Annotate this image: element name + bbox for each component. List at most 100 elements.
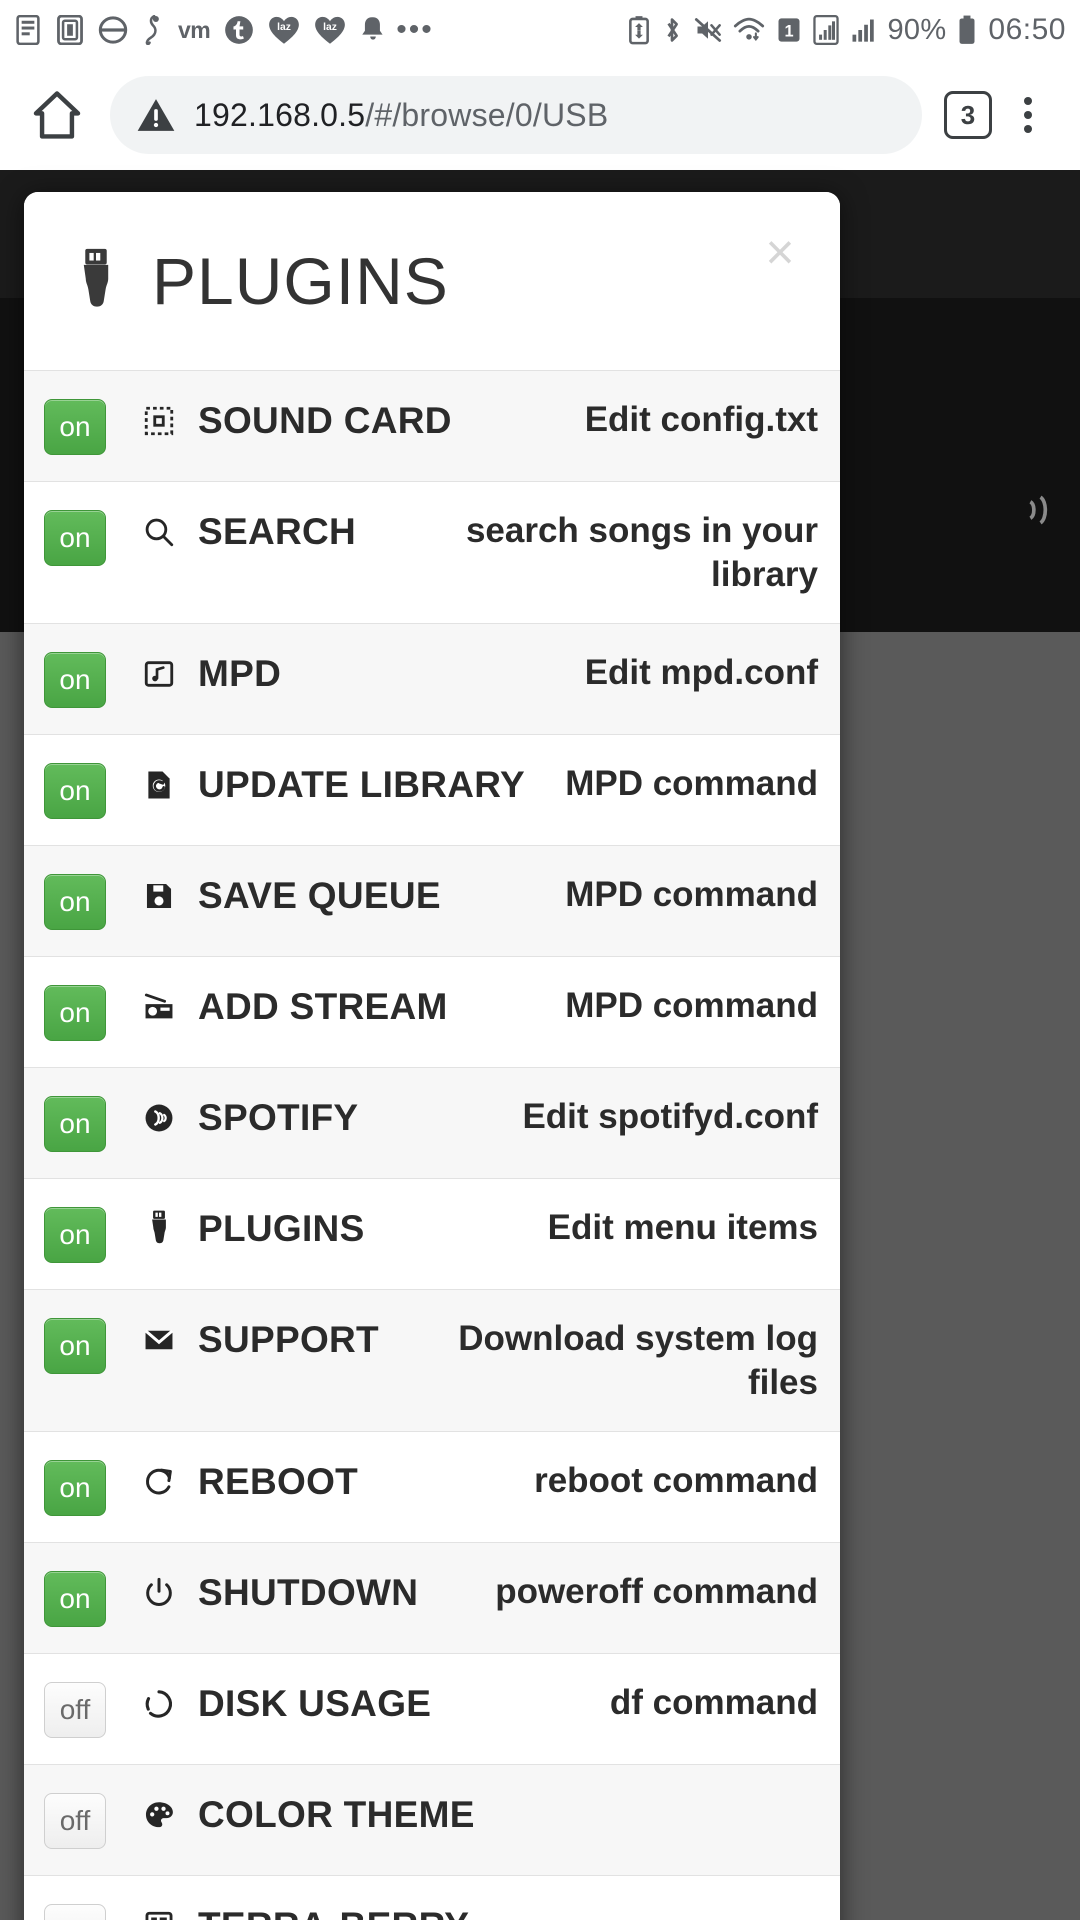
plugin-label-update-library: UPDATE LIBRARY [198,764,525,805]
toggle-sound-card[interactable]: on [44,399,106,455]
toggle-shutdown[interactable]: on [44,1571,106,1627]
plugin-main-support: SUPPORT [140,1316,379,1360]
plugin-row-shutdown[interactable]: on SHUTDOWN poweroff command [24,1542,840,1653]
plugin-desc-mpd: Edit mpd.conf [584,653,818,692]
search-icon [140,512,178,552]
plugin-desc-search: search songs in your library [465,511,818,594]
toggle-search[interactable]: on [44,510,106,566]
plugin-label-add-stream: ADD STREAM [198,986,448,1027]
address-bar[interactable]: 192.168.0.5/#/browse/0/USB [110,76,922,154]
plugin-row-sound-card[interactable]: on SOUND CARD Edit config.txt [24,370,840,481]
close-icon[interactable]: × [754,226,806,278]
plugin-main-save-queue: SAVE QUEUE [140,872,441,916]
plugin-main-color-theme: COLOR THEME [140,1791,475,1835]
plugin-desc-spotify: Edit spotifyd.conf [522,1097,818,1136]
toggle-spotify[interactable]: on [44,1096,106,1152]
plugin-row-mpd[interactable]: on MPD Edit mpd.conf [24,623,840,734]
plugin-label-color-theme: COLOR THEME [198,1794,475,1835]
capsule-icon [98,16,128,44]
tab-switcher-button[interactable]: 3 [944,91,992,139]
plugin-row-save-queue[interactable]: on SAVE QUEUE MPD command [24,845,840,956]
browser-toolbar: 192.168.0.5/#/browse/0/USB 3 [0,60,1080,170]
plugin-row-search[interactable]: on SEARCH search songs in your library [24,481,840,623]
radio-icon [140,987,178,1027]
page-title: PLUGINS [152,244,449,318]
plugin-desc-sound-card: Edit config.txt [584,400,818,439]
chip-icon [140,401,178,441]
svg-text:1: 1 [785,22,794,40]
signal-bars-1-icon [813,15,840,45]
tab-count-label: 3 [960,99,976,130]
vm-icon: vm [178,16,211,43]
floppy-disk-icon [140,876,178,916]
plugin-desc-support: Download system log files [458,1319,818,1402]
laz-heart-icon-2: laz [314,15,346,45]
menu-dot-1 [1024,97,1032,105]
status-bar-right-icons: 1 90% 06:50 [628,13,1066,47]
plugin-list: on SOUND CARD Edit config.txt on SEARCH [24,370,840,1920]
plugin-label-mpd: MPD [198,653,282,694]
plugin-desc-terra-berry [469,1902,818,1903]
toggle-plugins[interactable]: on [44,1207,106,1263]
bell-icon [360,15,386,45]
tumblr-icon [224,15,254,45]
plugin-label-support: SUPPORT [198,1319,379,1360]
plugin-label-save-queue: SAVE QUEUE [198,875,441,916]
plugin-label-spotify: SPOTIFY [198,1097,359,1138]
toggle-mpd[interactable]: on [44,652,106,708]
plugin-row-color-theme[interactable]: off COLOR THEME [24,1764,840,1875]
menu-dot-2 [1024,111,1032,119]
battery-percent-label: 90% [887,13,947,46]
plugin-row-plugins[interactable]: on PLUGINS Edit menu items [24,1178,840,1289]
web-page-area: PLUGINS × on SOUND CARD Edit config.txt … [0,170,1080,1920]
menu-dot-3 [1024,125,1032,133]
signal-bars-2-icon [850,16,876,44]
battery-saver-icon [628,15,650,45]
plugin-main-sound-card: SOUND CARD [140,397,452,441]
usb-plug-icon [140,1209,178,1249]
plugin-main-plugins: PLUGINS [140,1205,365,1249]
toggle-disk-usage[interactable]: off [44,1682,106,1738]
toggle-color-theme[interactable]: off [44,1793,106,1849]
plugin-row-add-stream[interactable]: on ADD STREAM MPD command [24,956,840,1067]
not-secure-warning-icon [136,96,176,134]
toggle-save-queue[interactable]: on [44,874,106,930]
palette-icon [140,1795,178,1835]
plugin-row-support[interactable]: on SUPPORT Download system log files [24,1289,840,1431]
plugin-main-add-stream: ADD STREAM [140,983,448,1027]
toggle-add-stream[interactable]: on [44,985,106,1041]
svg-text:laz: laz [323,22,337,33]
plugin-main-search: SEARCH [140,508,356,552]
plugin-row-disk-usage[interactable]: off DISK USAGE df command [24,1653,840,1764]
svg-text:laz: laz [277,22,291,33]
plugin-main-disk-usage: DISK USAGE [140,1680,431,1724]
toggle-terra-berry[interactable]: off [44,1904,106,1920]
disk-circle-icon [140,1684,178,1724]
volume-waves-icon [1024,488,1068,539]
toggle-support[interactable]: on [44,1318,106,1374]
file-refresh-icon [140,765,178,805]
plugin-desc-color-theme [475,1791,818,1792]
sim-1-icon: 1 [776,16,802,44]
plugin-label-shutdown: SHUTDOWN [198,1572,419,1613]
battery-icon [957,15,977,45]
notification-list-icon [14,15,42,45]
plugin-row-spotify[interactable]: on SPOTIFY Edit spotifyd.conf [24,1067,840,1178]
plugin-label-search: SEARCH [198,511,357,552]
plugin-row-reboot[interactable]: on REBOOT reboot command [24,1431,840,1542]
refresh-icon [140,1462,178,1502]
modal-header: PLUGINS × [24,192,840,370]
wifi-icon [733,16,765,44]
plugin-label-sound-card: SOUND CARD [198,400,452,441]
browser-menu-button[interactable] [1002,84,1054,146]
toggle-reboot[interactable]: on [44,1460,106,1516]
plugin-desc-update-library: MPD command [565,764,818,803]
plugin-row-terra-berry[interactable]: off TERRA-BERRY [24,1875,840,1920]
toggle-update-library[interactable]: on [44,763,106,819]
plugin-desc-reboot: reboot command [534,1461,818,1500]
plugin-main-terra-berry: TERRA-BERRY [140,1902,469,1920]
home-button[interactable] [26,84,88,146]
plugin-desc-plugins: Edit menu items [547,1208,818,1247]
plugin-desc-shutdown: poweroff command [495,1572,818,1611]
plugin-row-update-library[interactable]: on UPDATE LIBRARY MPD command [24,734,840,845]
